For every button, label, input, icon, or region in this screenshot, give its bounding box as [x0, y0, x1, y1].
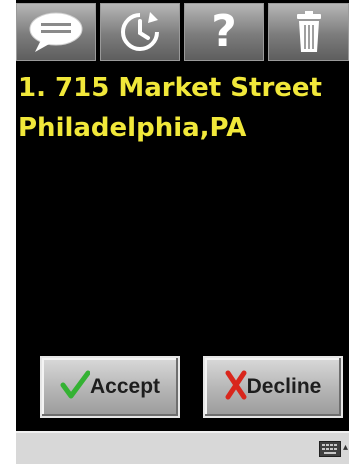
accept-label: Accept: [89, 375, 161, 398]
address-line-1: 1. 715 Market Street: [18, 73, 322, 103]
status-bar: ▴: [16, 431, 349, 464]
keyboard-arrow-icon[interactable]: ▴: [343, 441, 349, 455]
address-block: 1. 715 Market Street Philadelphia,PA: [18, 68, 349, 148]
trash-icon: [293, 10, 325, 54]
checkmark-icon: [60, 370, 91, 404]
messages-button[interactable]: [16, 3, 96, 61]
help-button[interactable]: ?: [184, 3, 264, 61]
keyboard-icon[interactable]: [319, 441, 341, 457]
clock-refresh-icon: [117, 9, 163, 55]
decline-button[interactable]: Decline: [203, 356, 343, 418]
delete-button[interactable]: [268, 3, 349, 61]
help-icon: ?: [211, 6, 237, 57]
x-icon: [225, 370, 247, 404]
device-screen: ? 1. 715 Market Street Philadelphia,PA A…: [16, 0, 349, 464]
accept-button[interactable]: Accept: [40, 356, 180, 418]
address-line-2: Philadelphia,PA: [18, 113, 247, 143]
toolbar: ?: [16, 0, 349, 64]
history-button[interactable]: [100, 3, 180, 61]
speech-bubble-icon: [27, 10, 85, 54]
decline-label: Decline: [246, 375, 322, 398]
